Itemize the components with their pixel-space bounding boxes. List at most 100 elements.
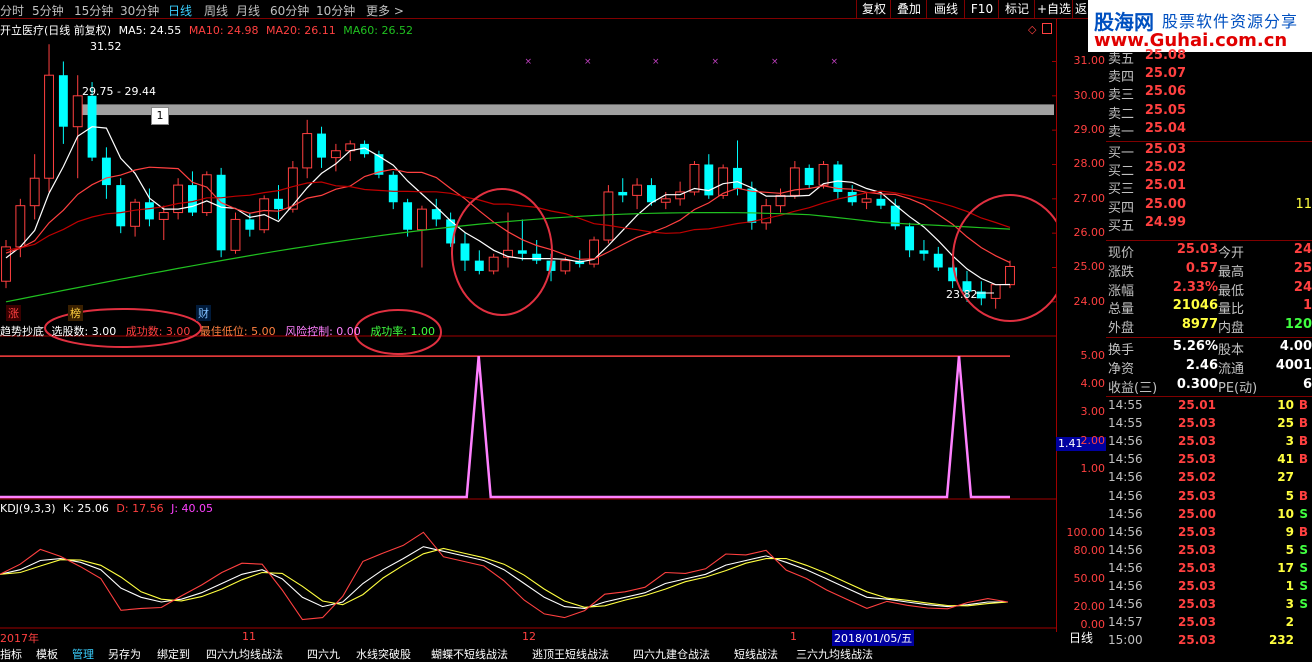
tick-time: 14:55 <box>1108 398 1143 412</box>
candle-body <box>789 167 800 196</box>
quote-stat-row: 外盘 8977 内盘 120 <box>1106 317 1312 336</box>
template-tab-7[interactable]: 水线突破股 <box>356 646 411 662</box>
period-tab-8[interactable]: 10分钟 <box>316 2 355 19</box>
kdj-tick: 50.00 <box>1073 571 1106 585</box>
tick-price: 25.03 <box>1178 434 1216 449</box>
tick-side: S <box>1299 560 1308 575</box>
order-price: 25.05 <box>1144 102 1186 118</box>
stat-value: 4.00 <box>1279 339 1312 354</box>
order-level: 卖五 <box>1108 52 1135 67</box>
tick-time: 14:56 <box>1108 579 1143 593</box>
tick-price: 25.03 <box>1178 416 1216 431</box>
tick-price: 25.03 <box>1178 488 1216 503</box>
quote-stat-row: 现价 25.03 今开 24 <box>1106 242 1312 261</box>
kdj-tick: 20.00 <box>1073 599 1106 613</box>
event-marker-finance[interactable]: 财 <box>196 305 211 321</box>
stat-label: 流通 <box>1218 361 1245 377</box>
indicator-tick: 2.00 <box>1080 433 1106 447</box>
template-tab-3[interactable]: 另存为 <box>108 646 141 662</box>
stock-name: 开立医疗(日线 前复权) <box>0 24 112 37</box>
toolbar-button-3[interactable]: F10 <box>964 0 999 18</box>
template-tab-8[interactable]: 蝴蝶不短线战法 <box>431 646 508 662</box>
period-tab-7[interactable]: 60分钟 <box>270 2 309 19</box>
stat-value: 25 <box>1293 260 1312 276</box>
period-tab-2[interactable]: 15分钟 <box>74 2 113 19</box>
order-level: 买四 <box>1108 200 1135 216</box>
period-tab-5[interactable]: 周线 <box>204 2 228 19</box>
template-tab-6[interactable]: 四六九 <box>307 646 340 662</box>
candle-body <box>403 202 413 230</box>
quote-stat-row: 净资 2.46 流通 4001 <box>1106 358 1312 377</box>
tick-time: 15:00 <box>1108 633 1143 648</box>
tick-volume: 9 <box>1285 524 1294 539</box>
stat-label: 换手 <box>1108 343 1135 358</box>
tick-volume: 2 <box>1285 615 1294 630</box>
tick-time: 14:56 <box>1108 524 1143 539</box>
candle-body <box>876 198 886 206</box>
tick-row: 14:56 25.03 9 B <box>1106 525 1312 543</box>
diamond-icon[interactable]: ◇ <box>1028 23 1036 36</box>
window-icon[interactable] <box>1042 23 1052 34</box>
template-tab-12[interactable]: 三六九均线战法 <box>796 646 873 662</box>
template-tab-4[interactable]: 绑定到 <box>157 646 190 662</box>
template-tab-5[interactable]: 四六九均线战法 <box>206 646 283 662</box>
template-tab-9[interactable]: 逃顶王短线战法 <box>532 646 609 662</box>
stat-value: 0.300 <box>1176 376 1218 392</box>
period-tab-0[interactable]: 分时 <box>0 2 24 19</box>
signal-line <box>0 355 1010 499</box>
toolbar-button-5[interactable]: +自选 <box>1034 0 1073 18</box>
template-tab-1[interactable]: 模板 <box>36 646 58 662</box>
period-tab-4[interactable]: 日线 <box>168 2 192 19</box>
candle-body <box>216 174 226 251</box>
kdj-header: KDJ(9,3,3) K: 25.06 D: 17.56 J: 40.05 <box>0 502 213 515</box>
stat-value: 0.57 <box>1185 260 1218 276</box>
quote-stat-row: 收益(三) 0.300 PE(动) 6 <box>1106 376 1312 396</box>
toolbar-button-1[interactable]: 叠加 <box>890 0 927 18</box>
indicator-tick: 4.00 <box>1080 377 1106 391</box>
event-marker-up[interactable]: 涨 <box>6 305 21 321</box>
cross-marker: × <box>652 57 660 67</box>
tick-price: 25.03 <box>1178 579 1216 593</box>
candle-body <box>44 74 54 179</box>
period-tab-1[interactable]: 5分钟 <box>32 2 64 19</box>
period-tab-3[interactable]: 30分钟 <box>120 2 159 19</box>
order-price: 25.07 <box>1144 66 1186 82</box>
tick-volume: 25 <box>1277 416 1294 431</box>
period-tab-9[interactable]: 更多 > <box>366 2 404 19</box>
indicator-tick: 1.00 <box>1080 461 1106 475</box>
tick-row: 15:00 25.03 232 <box>1106 633 1312 651</box>
stat-value: 2.33% <box>1172 279 1218 295</box>
toolbar-button-6[interactable]: 返 <box>1072 0 1089 18</box>
candle-body <box>818 163 829 186</box>
period-tab-6[interactable]: 月线 <box>236 2 260 19</box>
ma5-label: MA5: 24.55 <box>118 24 182 37</box>
candle-body <box>245 219 255 230</box>
toolbar-button-4[interactable]: 标记 <box>998 0 1035 18</box>
candle-body <box>618 191 628 196</box>
tick-row: 14:56 25.03 1 S <box>1106 579 1312 597</box>
cross-marker: × <box>525 57 533 67</box>
candle-body <box>416 208 427 231</box>
tick-time: 14:56 <box>1108 597 1143 612</box>
tick-time: 14:57 <box>1108 615 1143 630</box>
site-logo: 股海网 股票软件资源分享 www.Guhai.com.cn <box>1088 0 1312 52</box>
range-box-label[interactable]: 1 <box>151 107 169 125</box>
tick-row: 14:56 25.03 17 S <box>1106 561 1312 579</box>
stat-label: 最低 <box>1218 283 1245 299</box>
chart-frame[interactable]: × × × × × × 开立医疗(日线 前复权) MA5: 24.55 MA10: 24.… <box>0 19 1106 646</box>
toolbar-button-2[interactable]: 画线 <box>926 0 965 18</box>
stat-label: 涨跌 <box>1108 264 1135 280</box>
tick-row: 14:56 25.03 3 S <box>1106 597 1312 615</box>
template-tab-2[interactable]: 管理 <box>72 646 94 662</box>
price-tick: 24.00 <box>1073 294 1106 308</box>
toolbar-button-0[interactable]: 复权 <box>856 0 891 18</box>
tick-volume: 3 <box>1285 434 1294 449</box>
stat-value: 8977 <box>1181 317 1218 333</box>
quote-panel: 卖五 25.08 卖四 25.07 卖三 25.06 卖二 25.05 卖一 25.04 买一 25.… <box>1106 48 1312 655</box>
template-tab-11[interactable]: 短线战法 <box>734 646 778 662</box>
event-marker-list[interactable]: 榜 <box>68 305 83 321</box>
template-tab-0[interactable]: 指标 <box>0 646 22 662</box>
candle-body <box>144 202 154 220</box>
candle-body <box>532 253 542 261</box>
template-tab-10[interactable]: 四六九建仓战法 <box>633 646 710 662</box>
